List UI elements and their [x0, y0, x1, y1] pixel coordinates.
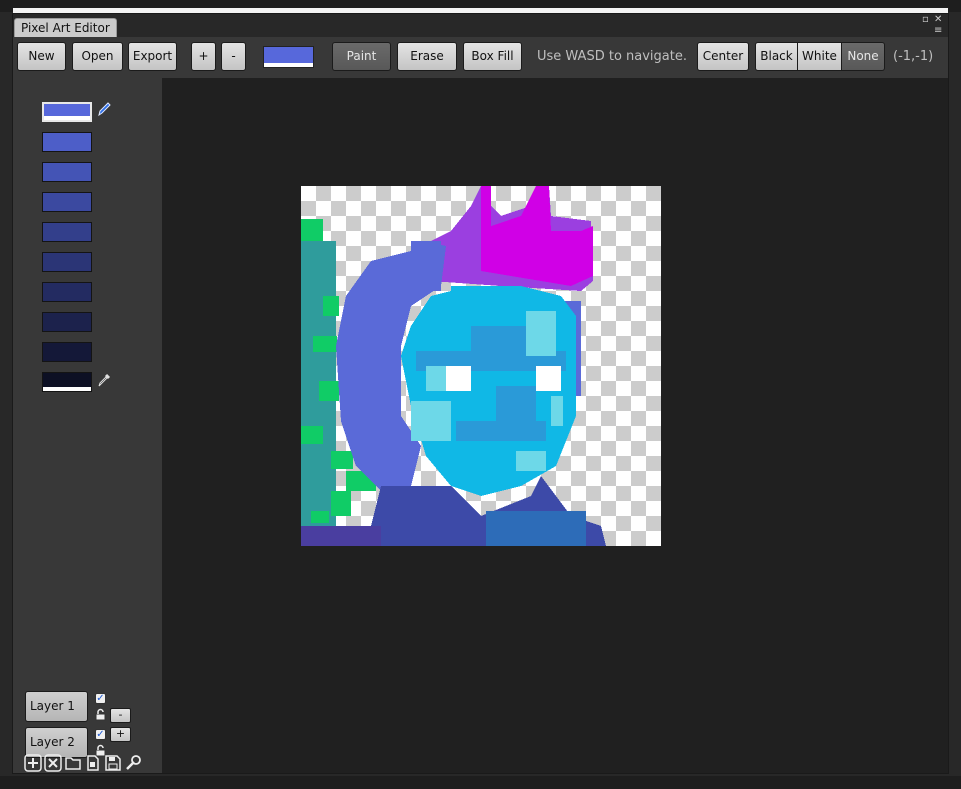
- palette-swatch[interactable]: [42, 132, 92, 152]
- editor-window: Pixel Art Editor ▫ ✕ ≡ New Open Export +…: [12, 13, 949, 774]
- add-layer-button[interactable]: +: [110, 727, 131, 742]
- background-none-button[interactable]: None: [842, 42, 885, 71]
- new-file-icon[interactable]: [64, 754, 82, 772]
- cursor-coordinates: (-1,-1): [893, 49, 934, 64]
- palette-swatch[interactable]: [42, 102, 92, 122]
- paint-button[interactable]: Paint: [332, 42, 391, 71]
- layer-1-button[interactable]: Layer 1: [25, 691, 88, 722]
- pixel-block: [456, 421, 546, 441]
- remove-layer-button[interactable]: -: [110, 708, 131, 723]
- pixel-block: [471, 326, 531, 351]
- palette-swatch[interactable]: [42, 312, 92, 332]
- add-icon[interactable]: [24, 754, 42, 772]
- close-icon[interactable]: ✕: [934, 15, 942, 25]
- pixel-block: [426, 366, 446, 391]
- pixel-canvas[interactable]: [301, 186, 661, 546]
- palette-swatch[interactable]: [42, 192, 92, 212]
- pixel-block: [319, 381, 339, 401]
- bottom-strip: [0, 776, 961, 789]
- pixel-block: [301, 426, 323, 444]
- pixel-block: [331, 491, 351, 516]
- maximize-icon[interactable]: ▫: [922, 15, 929, 25]
- pixel-block: [301, 526, 381, 546]
- tab-bar: Pixel Art Editor ▫ ✕ ≡: [13, 14, 948, 38]
- swatch-white-strip: [43, 387, 91, 391]
- layer-1-lock-icon[interactable]: [94, 708, 107, 721]
- pixel-block: [331, 451, 353, 469]
- background-black-button[interactable]: Black: [755, 42, 798, 71]
- swatch-white-strip: [44, 116, 90, 120]
- box-fill-button[interactable]: Box Fill: [463, 42, 522, 71]
- save-icon[interactable]: [104, 754, 122, 772]
- pixel-block: [526, 311, 556, 356]
- pixel-art: [301, 186, 606, 546]
- layer-1-visible-checkbox[interactable]: ✓: [95, 693, 106, 704]
- open-button[interactable]: Open: [72, 42, 123, 71]
- palette-swatch[interactable]: [42, 222, 92, 242]
- pixel-block: [536, 366, 561, 391]
- pixel-block: [313, 336, 337, 352]
- pixel-block: [516, 451, 546, 471]
- current-color-swatch[interactable]: [263, 46, 314, 68]
- pixel-block: [496, 386, 536, 426]
- zoom-out-button[interactable]: -: [221, 42, 246, 71]
- palette-swatch[interactable]: [42, 252, 92, 272]
- layer-2-visible-checkbox[interactable]: ✓: [95, 729, 106, 740]
- settings-icon[interactable]: [124, 754, 142, 772]
- palette-swatch[interactable]: [42, 162, 92, 182]
- navigation-hint: Use WASD to navigate.: [537, 49, 687, 64]
- canvas-area[interactable]: [162, 78, 948, 773]
- export-button[interactable]: Export: [128, 42, 177, 71]
- window-tab[interactable]: Pixel Art Editor: [14, 18, 117, 38]
- new-button[interactable]: New: [17, 42, 66, 71]
- pixel-block: [446, 366, 471, 391]
- pixel-block: [311, 511, 329, 523]
- pixel-block: [323, 296, 339, 316]
- toolbar: New Open Export + - Paint Erase Box Fill…: [13, 37, 948, 78]
- zoom-in-button[interactable]: +: [191, 42, 216, 71]
- palette-swatch[interactable]: [42, 342, 92, 362]
- palette-swatch[interactable]: [42, 282, 92, 302]
- center-button[interactable]: Center: [697, 42, 749, 71]
- pixel-block: [551, 396, 563, 426]
- pencil-icon[interactable]: [96, 101, 112, 117]
- pixel-block: [486, 511, 586, 546]
- pixel-block: [411, 401, 451, 441]
- delete-icon[interactable]: [44, 754, 62, 772]
- menu-icon[interactable]: ≡: [934, 26, 942, 36]
- eyedropper-icon[interactable]: [96, 372, 112, 388]
- erase-button[interactable]: Erase: [397, 42, 457, 71]
- pixel-block: [451, 286, 511, 306]
- pixel-block: [301, 219, 323, 241]
- background-white-button[interactable]: White: [798, 42, 842, 71]
- palette-swatch[interactable]: [42, 372, 92, 392]
- pixel-block: [411, 241, 441, 291]
- open-file-icon[interactable]: [84, 754, 102, 772]
- side-panel: Layer 1 ✓ - Layer 2 ✓ +: [13, 78, 162, 773]
